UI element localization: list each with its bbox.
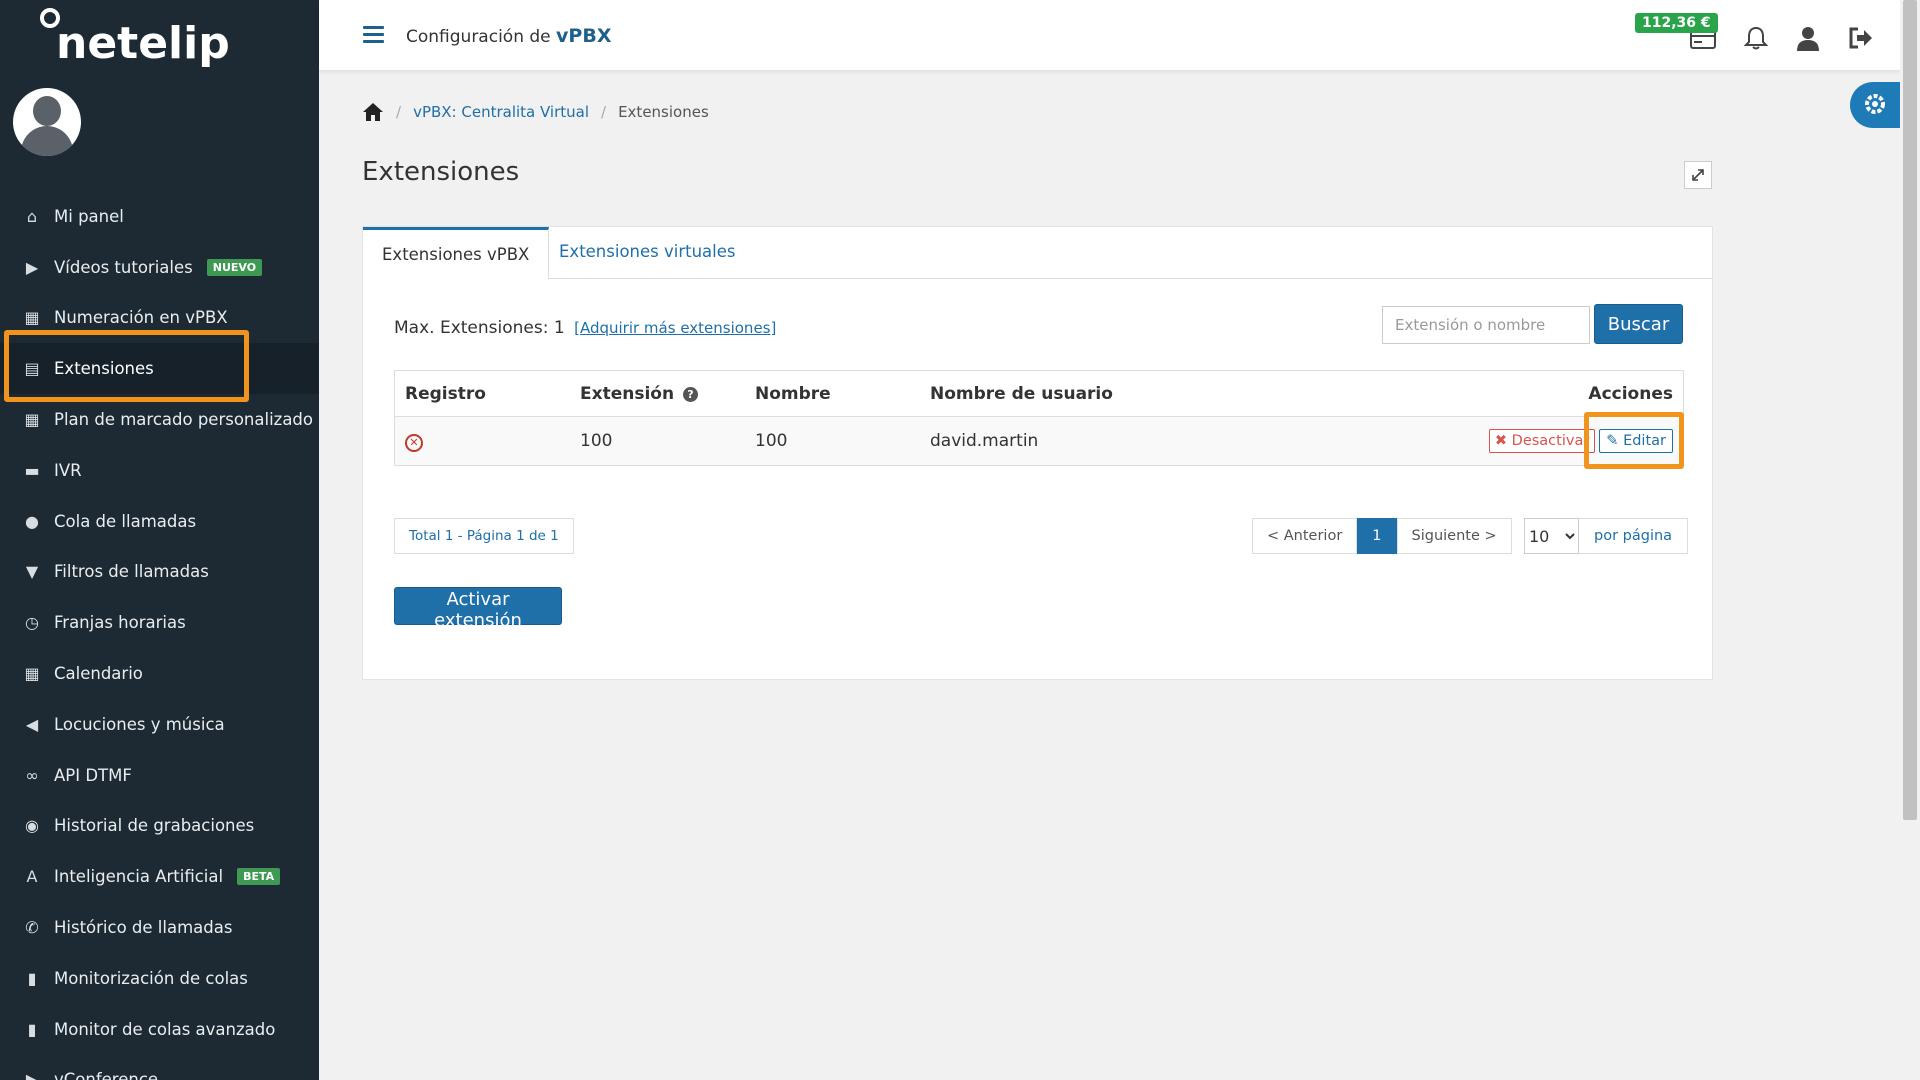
activate-extension-button[interactable]: Activar extensión: [394, 587, 562, 631]
col-nombre[interactable]: Nombre: [745, 370, 920, 417]
sidebar-item-monitorizacion[interactable]: ▮ Monitorización de colas: [0, 953, 319, 1004]
balance-badge[interactable]: 112,36 €: [1635, 13, 1718, 33]
beta-badge: BETA: [237, 868, 281, 886]
sidebar-item-plan-marcado[interactable]: ▦ Plan de marcado personalizado: [0, 394, 319, 445]
logout-icon[interactable]: [1847, 24, 1875, 52]
page-title: Extensiones: [362, 157, 520, 187]
link-icon: ∞: [25, 765, 39, 785]
page-1-button[interactable]: 1: [1357, 518, 1397, 554]
pencil-icon: ✎: [1606, 433, 1619, 449]
volume-icon: ◀: [25, 714, 39, 734]
settings-gear-icon[interactable]: [1850, 82, 1900, 128]
sidebar-item-videos[interactable]: ▶ Vídeos tutoriales NUEVO: [0, 242, 319, 293]
cell-usuario: david.martin: [920, 416, 1240, 466]
user-icon: ●: [25, 511, 39, 531]
topbar: Configuración de vPBX 112,36 €: [319, 0, 1900, 70]
sidebar-item-cola[interactable]: ● Cola de llamadas: [0, 496, 319, 547]
search-button[interactable]: Buscar: [1594, 304, 1683, 344]
filter-icon: ▼: [25, 562, 39, 582]
max-extensions: Max. Extensiones: 1 [Adquirir más extens…: [394, 318, 777, 338]
table-header-row: Registro Extensión ? Nombre Nombre de us…: [394, 370, 1684, 417]
col-acciones: Acciones: [1240, 370, 1684, 417]
registration-status: ✕: [394, 416, 570, 466]
sidebar-item-historico[interactable]: ✆ Histórico de llamadas: [0, 902, 319, 953]
page-header-title: Configuración de vPBX: [406, 25, 612, 47]
sidebar-item-monitor-avanzado[interactable]: ▮ Monitor de colas avanzado: [0, 1004, 319, 1055]
table-row: ✕ 100 100 david.martin ✖ Desactivar ✎ Edi…: [394, 416, 1684, 466]
sidebar-item-mi-panel[interactable]: ⌂ Mi panel: [0, 191, 319, 242]
extensions-panel: Extensiones vPBX Extensiones virtuales M…: [362, 226, 1713, 680]
cell-extension: 100: [570, 416, 745, 466]
sidebar-item-vconference[interactable]: ▶ vConference: [0, 1055, 319, 1080]
sidebar-item-grabaciones[interactable]: ◉ Historial de grabaciones: [0, 801, 319, 852]
row-actions: ✖ Desactivar ✎ Editar: [1240, 416, 1684, 466]
acquire-extensions-link[interactable]: [Adquirir más extensiones]: [574, 319, 776, 337]
breadcrumb-link-vpbx[interactable]: vPBX: Centralita Virtual: [413, 103, 589, 121]
deactivate-button[interactable]: ✖ Desactivar: [1488, 429, 1596, 453]
video-icon: ▶: [25, 257, 39, 277]
search-input[interactable]: [1382, 306, 1590, 344]
help-icon[interactable]: ?: [683, 386, 698, 402]
logo-pin-icon: [40, 8, 60, 28]
prev-page-button[interactable]: < Anterior: [1252, 518, 1358, 554]
bar-chart-icon: ▮: [27, 968, 37, 988]
sidebar-item-calendario[interactable]: ▦ Calendario: [0, 648, 319, 699]
next-page-button[interactable]: Siguiente >: [1396, 518, 1512, 554]
grid-icon: ▦: [24, 308, 40, 328]
calendar-icon: ▦: [24, 664, 40, 684]
per-page-select[interactable]: 10: [1524, 518, 1579, 554]
per-page-control: 10 por página: [1524, 518, 1689, 554]
sidebar-item-locuciones[interactable]: ◀ Locuciones y música: [0, 699, 319, 750]
list-icon: ▤: [24, 359, 40, 379]
sidebar-item-api-dtmf[interactable]: ∞ API DTMF: [0, 750, 319, 801]
logo-text: netelip: [56, 18, 230, 69]
edit-button[interactable]: ✎ Editar: [1599, 429, 1673, 453]
pagination: < Anterior 1 Siguiente >: [1252, 518, 1512, 554]
netelip-logo[interactable]: netelip: [36, 8, 230, 69]
per-page-label: por página: [1579, 518, 1689, 554]
cell-nombre: 100: [745, 416, 920, 466]
menu-toggle-icon[interactable]: [363, 26, 384, 44]
col-registro[interactable]: Registro: [394, 370, 570, 417]
sidebar-item-numeracion[interactable]: ▦ Numeración en vPBX: [0, 293, 319, 344]
bell-icon[interactable]: [1742, 24, 1770, 52]
breadcrumb: / vPBX: Centralita Virtual / Extensiones: [362, 102, 709, 122]
sidebar-item-extensiones[interactable]: ▤ Extensiones: [0, 343, 319, 395]
sidebar-item-filtros[interactable]: ▼ Filtros de llamadas: [0, 547, 319, 598]
bar-chart-icon: ▮: [27, 1019, 37, 1039]
clock-icon: ◷: [25, 613, 39, 633]
tabs: Extensiones vPBX Extensiones virtuales: [363, 227, 1712, 279]
pagination-summary: Total 1 - Página 1 de 1: [394, 518, 574, 554]
sidebar: netelip ⌂ Mi panel ▶ Vídeos tutoriales NUEV…: [0, 0, 319, 1080]
user-profile-icon[interactable]: [1794, 24, 1822, 52]
avatar[interactable]: [13, 88, 81, 156]
font-icon: A: [26, 867, 38, 887]
sidebar-item-ia[interactable]: A Inteligencia Artificial BETA: [0, 851, 319, 902]
col-usuario[interactable]: Nombre de usuario: [920, 370, 1240, 417]
scrollbar[interactable]: [1900, 0, 1920, 1080]
new-badge: NUEVO: [206, 258, 263, 276]
home-icon: ⌂: [26, 206, 38, 226]
sidebar-item-ivr[interactable]: ▬ IVR: [0, 445, 319, 496]
close-icon: ✖: [1494, 433, 1508, 449]
grid-icon: ▦: [24, 410, 40, 430]
sidebar-item-franjas[interactable]: ◷ Franjas horarias: [0, 597, 319, 648]
record-icon: ◉: [25, 816, 39, 836]
phone-icon: ✆: [25, 918, 39, 938]
sidebar-nav: ⌂ Mi panel ▶ Vídeos tutoriales NUEVO ▦ Numer…: [0, 191, 319, 1080]
extensions-table: Registro Extensión ? Nombre Nombre de us…: [394, 370, 1684, 466]
video-icon: ▶: [25, 1070, 39, 1080]
tab-extensiones-virtuales[interactable]: Extensiones virtuales: [540, 227, 755, 279]
chat-icon: ▬: [24, 460, 40, 480]
unregistered-icon: ✕: [405, 433, 423, 452]
expand-icon[interactable]: [1684, 161, 1712, 189]
home-icon[interactable]: [362, 102, 384, 122]
breadcrumb-current: Extensiones: [618, 103, 709, 121]
col-extension[interactable]: Extensión ?: [570, 370, 745, 417]
tab-extensiones-vpbx[interactable]: Extensiones vPBX: [363, 227, 550, 279]
